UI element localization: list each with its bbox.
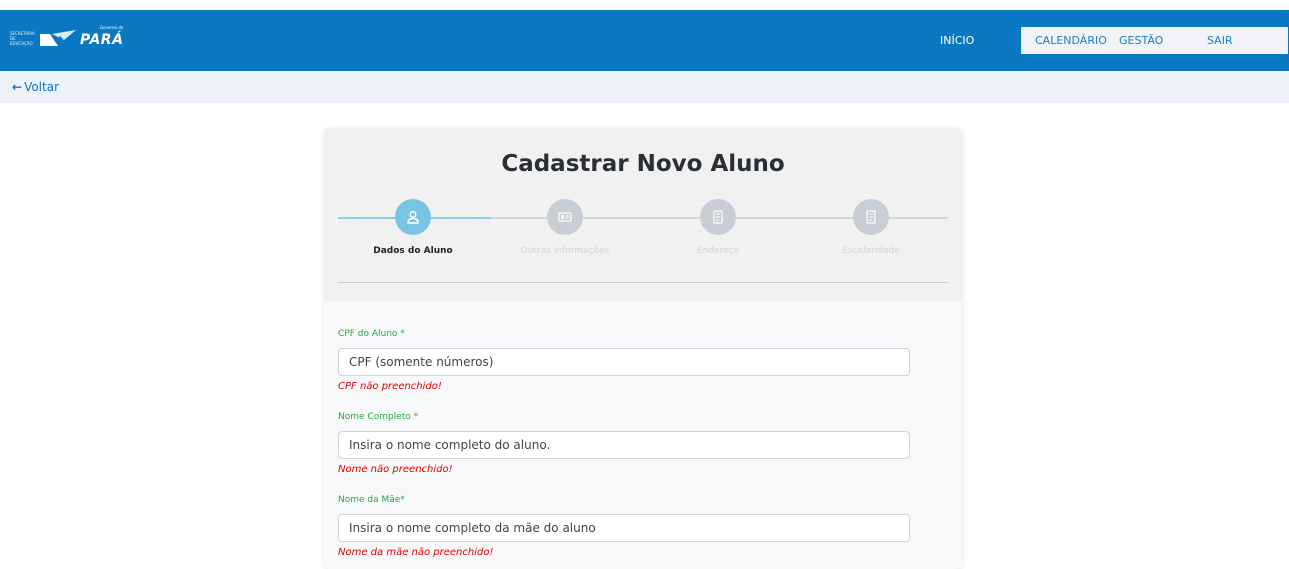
nav-calendario-link[interactable]: CALENDÁRIO [1035, 34, 1107, 47]
id-card-icon [558, 212, 572, 222]
nome-mae-error: Nome da mãe não preenchido! [338, 547, 494, 558]
nav-inicio-link[interactable]: INÍCIO [940, 34, 974, 47]
user-icon [407, 211, 419, 224]
top-navbar: Secretaria de Educação Governo do PARÁ I… [0, 10, 1289, 71]
step-endereco[interactable] [700, 199, 736, 235]
cpf-input[interactable] [338, 348, 910, 376]
document-icon [713, 210, 723, 224]
step-label-outras-informacoes: Outras Informações [520, 246, 610, 256]
step-label-escolaridade: Escolaridade [842, 246, 900, 256]
cpf-error: CPF não preenchido! [338, 381, 442, 392]
nav-sair-link[interactable]: SAIR [1207, 34, 1233, 47]
document-icon [866, 210, 876, 224]
nome-mae-input[interactable] [338, 514, 910, 542]
para-flag-icon [40, 30, 76, 46]
page-title: Cadastrar Novo Aluno [501, 151, 785, 177]
arrow-left-icon: ← [12, 80, 23, 94]
nome-completo-input[interactable] [338, 431, 910, 459]
student-form-card: Cadastrar Novo Aluno Dados do Aluno Outr… [324, 129, 962, 569]
secretaria-logo-text: Secretaria de Educação [10, 30, 35, 46]
governo-para-logo: Governo do PARÁ [80, 24, 124, 48]
step-label-endereco: Endereço [696, 246, 740, 256]
step-outras-informacoes[interactable] [547, 199, 583, 235]
nav-gestao-link[interactable]: GESTÃO [1119, 34, 1163, 47]
nome-mae-label: Nome da Mãe* [338, 495, 405, 505]
nav-right-group: CALENDÁRIO GESTÃO SAIR [1021, 27, 1288, 54]
header-divider [338, 282, 948, 283]
step-dados-aluno[interactable] [395, 199, 431, 235]
nome-completo-error: Nome não preenchido! [338, 464, 453, 475]
form-header: Cadastrar Novo Aluno Dados do Aluno Outr… [324, 129, 962, 301]
step-label-dados-aluno: Dados do Aluno [373, 246, 453, 256]
back-button[interactable]: ← Voltar [12, 80, 59, 94]
brand-logo[interactable]: Secretaria de Educação Governo do PARÁ [10, 24, 124, 49]
back-label: Voltar [24, 80, 60, 94]
step-escolaridade[interactable] [853, 199, 889, 235]
nome-completo-label: Nome Completo * [338, 412, 419, 422]
sub-bar: ← Voltar [0, 71, 1289, 103]
cpf-label: CPF do Aluno * [338, 329, 405, 339]
